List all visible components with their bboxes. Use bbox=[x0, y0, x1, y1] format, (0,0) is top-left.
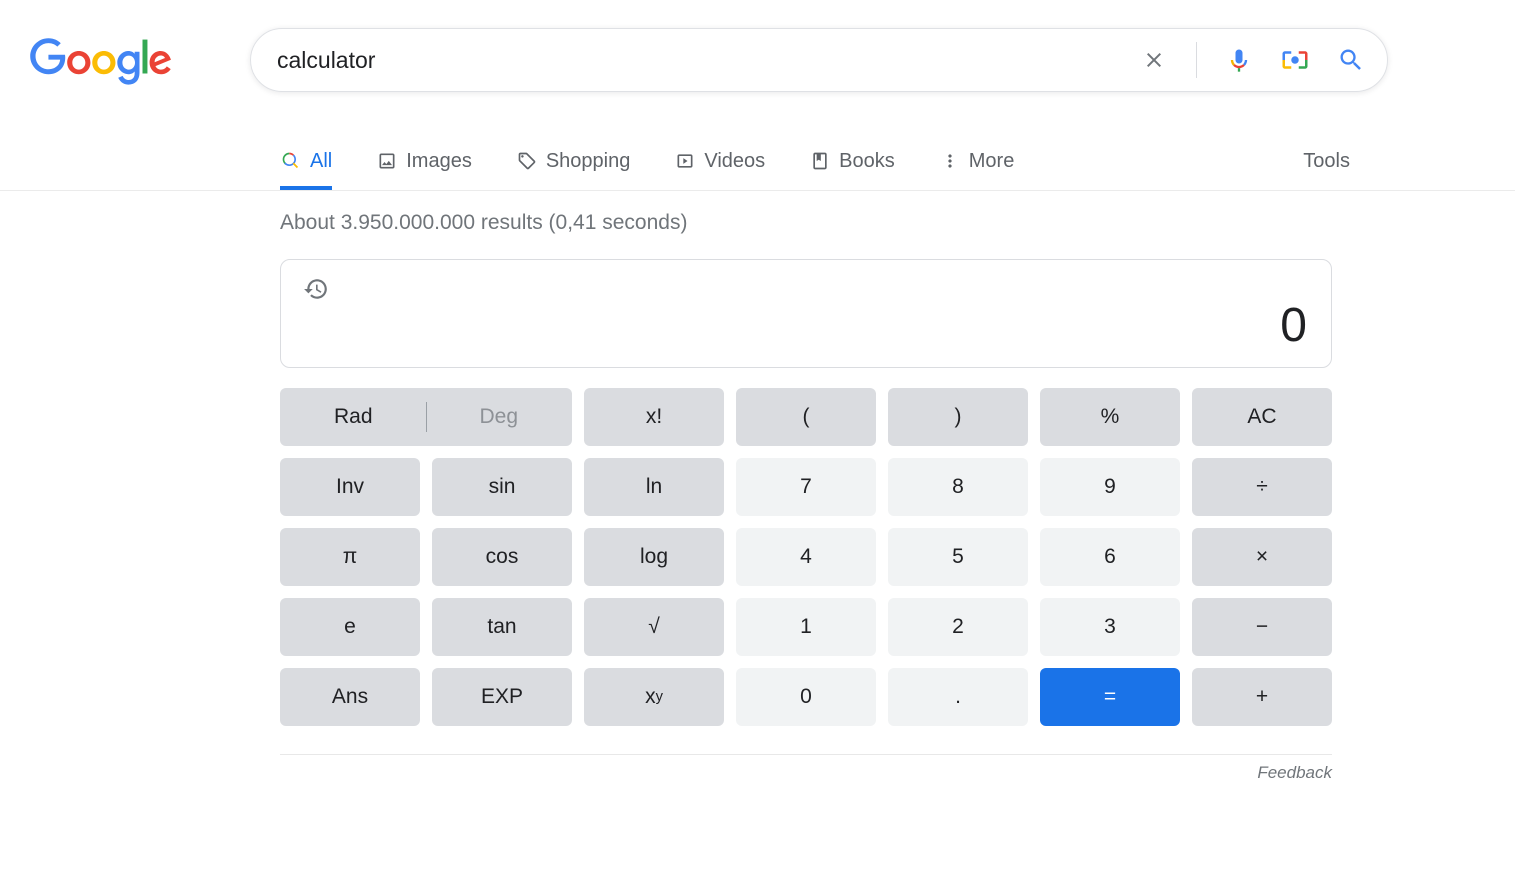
digit-8-button[interactable]: 8 bbox=[888, 458, 1028, 516]
tab-label: Shopping bbox=[546, 150, 631, 173]
digit-0-button[interactable]: 0 bbox=[736, 668, 876, 726]
digit-4-button[interactable]: 4 bbox=[736, 528, 876, 586]
digit-6-button[interactable]: 6 bbox=[1040, 528, 1180, 586]
digit-9-button[interactable]: 9 bbox=[1040, 458, 1180, 516]
search-icon[interactable] bbox=[1333, 42, 1369, 78]
feedback-link[interactable]: Feedback bbox=[280, 754, 1332, 783]
tab-videos[interactable]: Videos bbox=[674, 132, 765, 190]
exp-button[interactable]: EXP bbox=[432, 668, 572, 726]
percent-button[interactable]: % bbox=[1040, 388, 1180, 446]
rad-label: Rad bbox=[281, 405, 426, 429]
search-tabs: All Images Shopping Videos Books bbox=[280, 132, 1365, 190]
google-logo[interactable] bbox=[30, 28, 195, 91]
clear-icon[interactable] bbox=[1136, 42, 1172, 78]
ac-button[interactable]: AC bbox=[1192, 388, 1332, 446]
digit-5-button[interactable]: 5 bbox=[888, 528, 1028, 586]
video-icon bbox=[674, 150, 696, 172]
search-input[interactable] bbox=[277, 47, 1136, 74]
ans-button[interactable]: Ans bbox=[280, 668, 420, 726]
book-icon bbox=[809, 150, 831, 172]
tab-all[interactable]: All bbox=[280, 132, 332, 190]
decimal-button[interactable]: . bbox=[888, 668, 1028, 726]
image-icon bbox=[376, 150, 398, 172]
deg-label: Deg bbox=[427, 405, 572, 429]
factorial-button[interactable]: x! bbox=[584, 388, 724, 446]
divide-button[interactable]: ÷ bbox=[1192, 458, 1332, 516]
add-button[interactable]: + bbox=[1192, 668, 1332, 726]
subtract-button[interactable]: − bbox=[1192, 598, 1332, 656]
digit-7-button[interactable]: 7 bbox=[736, 458, 876, 516]
sin-button[interactable]: sin bbox=[432, 458, 572, 516]
tab-label: All bbox=[310, 150, 332, 173]
tab-label: Images bbox=[406, 150, 472, 173]
calculator-value: 0 bbox=[303, 298, 1307, 353]
rparen-button[interactable]: ) bbox=[888, 388, 1028, 446]
tab-books[interactable]: Books bbox=[809, 132, 895, 190]
inv-button[interactable]: Inv bbox=[280, 458, 420, 516]
calculator-display: 0 bbox=[280, 259, 1332, 368]
tab-images[interactable]: Images bbox=[376, 132, 472, 190]
log-button[interactable]: log bbox=[584, 528, 724, 586]
more-icon bbox=[939, 150, 961, 172]
power-button[interactable]: xy bbox=[584, 668, 724, 726]
calculator-keypad: Rad Deg x! ( ) % AC Inv sin ln 7 8 9 ÷ π… bbox=[280, 388, 1332, 726]
digit-3-button[interactable]: 3 bbox=[1040, 598, 1180, 656]
sqrt-button[interactable]: √ bbox=[584, 598, 724, 656]
cos-button[interactable]: cos bbox=[432, 528, 572, 586]
ln-button[interactable]: ln bbox=[584, 458, 724, 516]
pi-button[interactable]: π bbox=[280, 528, 420, 586]
multiply-button[interactable]: × bbox=[1192, 528, 1332, 586]
search-bar bbox=[250, 28, 1388, 92]
tab-more[interactable]: More bbox=[939, 132, 1015, 190]
tools-link[interactable]: Tools bbox=[1303, 150, 1350, 173]
lparen-button[interactable]: ( bbox=[736, 388, 876, 446]
divider bbox=[1196, 42, 1197, 78]
equals-button[interactable]: = bbox=[1040, 668, 1180, 726]
rad-deg-button[interactable]: Rad Deg bbox=[280, 388, 572, 446]
tab-label: More bbox=[969, 150, 1015, 173]
tab-label: Books bbox=[839, 150, 895, 173]
tab-label: Videos bbox=[704, 150, 765, 173]
tab-shopping[interactable]: Shopping bbox=[516, 132, 631, 190]
camera-icon[interactable] bbox=[1277, 42, 1313, 78]
tag-icon bbox=[516, 150, 538, 172]
digit-1-button[interactable]: 1 bbox=[736, 598, 876, 656]
result-stats: About 3.950.000.000 results (0,41 second… bbox=[280, 211, 1515, 235]
search-color-icon bbox=[280, 150, 302, 172]
e-button[interactable]: e bbox=[280, 598, 420, 656]
tan-button[interactable]: tan bbox=[432, 598, 572, 656]
history-icon[interactable] bbox=[303, 276, 331, 304]
digit-2-button[interactable]: 2 bbox=[888, 598, 1028, 656]
mic-icon[interactable] bbox=[1221, 42, 1257, 78]
